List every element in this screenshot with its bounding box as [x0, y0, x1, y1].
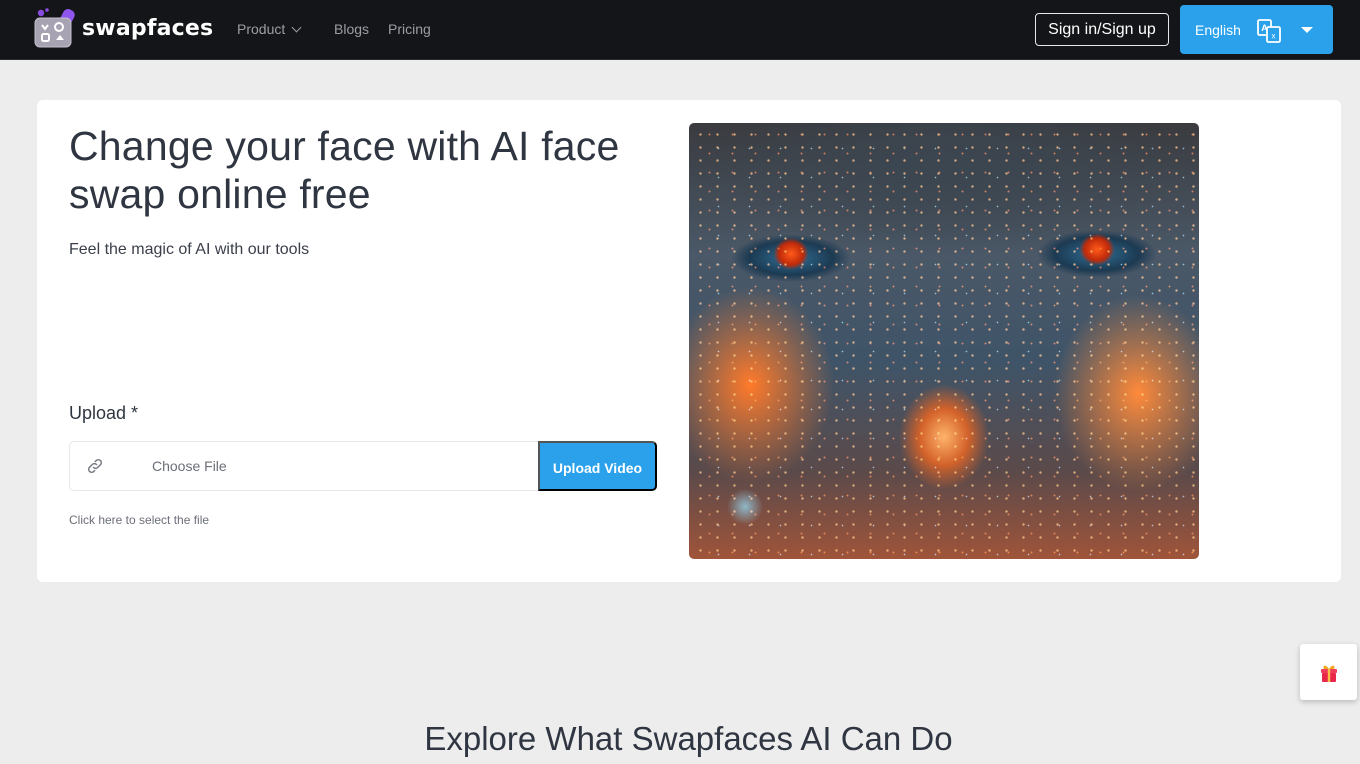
nav-pricing[interactable]: Pricing — [388, 21, 431, 37]
language-selector[interactable]: English A x — [1180, 5, 1333, 54]
file-upload-field[interactable]: Choose File Upload Video — [69, 441, 657, 491]
gift-button[interactable] — [1300, 644, 1357, 700]
particle-overlay — [689, 123, 1199, 559]
hero-face-image — [689, 123, 1199, 559]
swapfaces-logo-icon[interactable] — [33, 7, 79, 49]
nav-product-label: Product — [237, 21, 286, 37]
brand-name[interactable]: swapfaces — [82, 16, 213, 41]
language-label: English — [1195, 22, 1241, 38]
section-title: Explore What Swapfaces AI Can Do — [424, 720, 953, 757]
nav-blogs[interactable]: Blogs — [334, 21, 369, 37]
upload-video-button[interactable]: Upload Video — [538, 441, 657, 491]
hero-card: Change your face with AI face swap onlin… — [37, 100, 1341, 582]
translate-icon: A x — [1257, 19, 1281, 43]
hero-subtitle: Feel the magic of AI with our tools — [69, 241, 310, 258]
link-icon — [87, 458, 103, 474]
upload-label: Upload * — [69, 403, 139, 423]
caret-down-icon — [1301, 27, 1313, 33]
svg-text:x: x — [1272, 32, 1276, 41]
choose-file-input[interactable]: Choose File — [152, 458, 227, 474]
chevron-down-icon — [291, 22, 302, 33]
upload-hint: Click here to select the file — [69, 513, 210, 527]
sign-in-button[interactable]: Sign in/Sign up — [1035, 13, 1169, 46]
gift-icon — [1321, 665, 1337, 682]
nav-product[interactable]: Product — [237, 21, 302, 37]
top-navbar: swapfaces Product Blogs Pricing Sign in/… — [0, 0, 1360, 60]
page-title: Change your face with AI face swap onlin… — [69, 123, 620, 217]
